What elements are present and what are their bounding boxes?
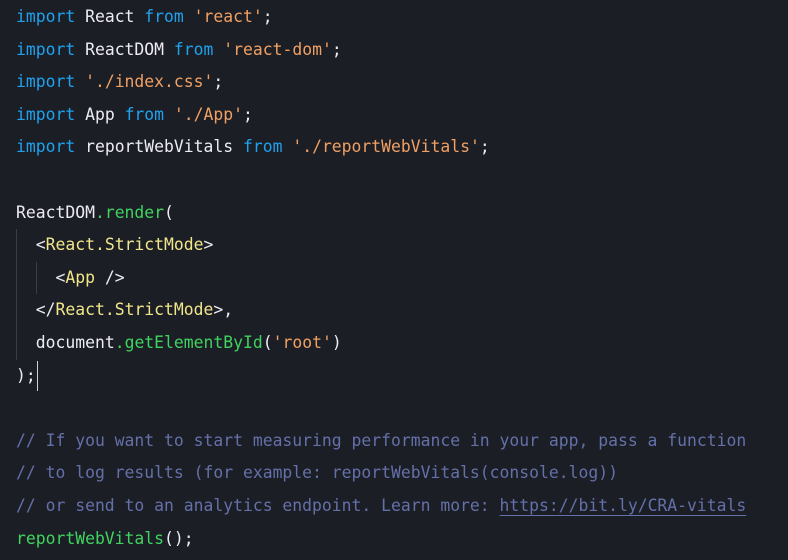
identifier: reportWebVitals <box>75 137 243 157</box>
comment: // to log results (for example: reportWe… <box>16 463 618 483</box>
code-line[interactable]: <React.StrictMode> <box>0 229 788 262</box>
indentation <box>16 300 36 319</box>
function-call: .render <box>94 202 165 222</box>
keyword: from <box>242 137 283 157</box>
comment: // If you want to start measuring perfor… <box>16 430 747 450</box>
string-literal: 'react-dom' <box>213 39 332 59</box>
string-literal: './reportWebVitals' <box>282 137 480 157</box>
punctuation: (); <box>164 528 194 548</box>
keyword: from <box>173 39 214 59</box>
comment: // or send to an analytics endpoint. Lea… <box>16 495 500 515</box>
indentation <box>16 235 36 254</box>
code-line[interactable]: // or send to an analytics endpoint. Lea… <box>0 490 788 523</box>
keyword: import <box>16 7 76 26</box>
punctuation: > <box>203 235 214 255</box>
code-line[interactable]: </React.StrictMode>, <box>0 294 788 327</box>
keyword: from <box>124 104 165 124</box>
code-line[interactable] <box>0 164 788 197</box>
keyword: import <box>16 39 76 59</box>
string-literal: './App' <box>164 104 243 124</box>
function-call: reportWebVitals <box>16 528 165 548</box>
punctuation: >, <box>213 300 234 320</box>
code-line[interactable]: ReactDOM.render( <box>0 197 788 230</box>
keyword: from <box>144 7 184 26</box>
code-line[interactable]: ); <box>0 360 788 393</box>
indent-guide <box>16 229 17 262</box>
code-line[interactable]: document.getElementById('root') <box>0 326 788 360</box>
comment-link[interactable]: https://bit.ly/CRA-vitals <box>500 496 747 515</box>
identifier: ReactDOM <box>16 202 95 222</box>
text-cursor <box>36 361 39 392</box>
code-line[interactable]: import './index.css'; <box>0 66 788 99</box>
code-line[interactable]: // If you want to start measuring perfor… <box>0 425 788 458</box>
keyword: import <box>16 104 76 124</box>
punctuation: ; <box>243 104 253 124</box>
code-line[interactable]: import App from './App'; <box>0 99 788 132</box>
identifier: App <box>75 104 125 124</box>
punctuation: < <box>55 267 66 287</box>
code-line[interactable]: <App /> <box>0 261 788 295</box>
code-line[interactable]: import reportWebVitals from './reportWeb… <box>0 131 788 164</box>
code-editor[interactable]: import React from 'react'; import ReactDO… <box>0 0 788 560</box>
punctuation: ( <box>164 202 174 222</box>
keyword: import <box>16 72 76 92</box>
punctuation: ); <box>16 365 36 385</box>
punctuation: ; <box>262 7 273 26</box>
jsx-tag: React.StrictMode <box>55 300 214 320</box>
punctuation: ; <box>213 72 224 92</box>
indent-guide <box>16 326 17 360</box>
punctuation: ; <box>331 39 342 59</box>
jsx-tag: React.StrictMode <box>45 235 204 255</box>
punctuation: < <box>35 235 46 255</box>
punctuation: /> <box>94 267 125 287</box>
code-line[interactable]: import ReactDOM from 'react-dom'; <box>0 34 788 67</box>
string-literal: 'root' <box>272 332 332 352</box>
string-literal: 'react' <box>183 7 263 26</box>
identifier: document <box>35 332 115 352</box>
punctuation: </ <box>35 300 56 320</box>
indentation <box>16 333 36 352</box>
code-line[interactable]: reportWebVitals(); <box>0 523 788 556</box>
code-line[interactable]: import React from 'react'; <box>0 1 788 34</box>
indent-guide <box>16 294 17 327</box>
function-call: .getElementById <box>114 332 263 352</box>
keyword: import <box>16 137 76 157</box>
indent-guide <box>35 261 37 295</box>
indent-guide <box>16 261 17 295</box>
code-line[interactable]: // to log results (for example: reportWe… <box>0 457 788 490</box>
identifier: ReactDOM <box>75 39 174 59</box>
punctuation: ) <box>331 332 342 352</box>
string-literal: './index.css' <box>75 72 214 92</box>
identifier: React <box>75 7 145 26</box>
punctuation: ; <box>479 137 490 157</box>
code-line[interactable] <box>0 392 788 425</box>
jsx-tag: App <box>65 267 95 287</box>
punctuation: ( <box>262 332 273 352</box>
